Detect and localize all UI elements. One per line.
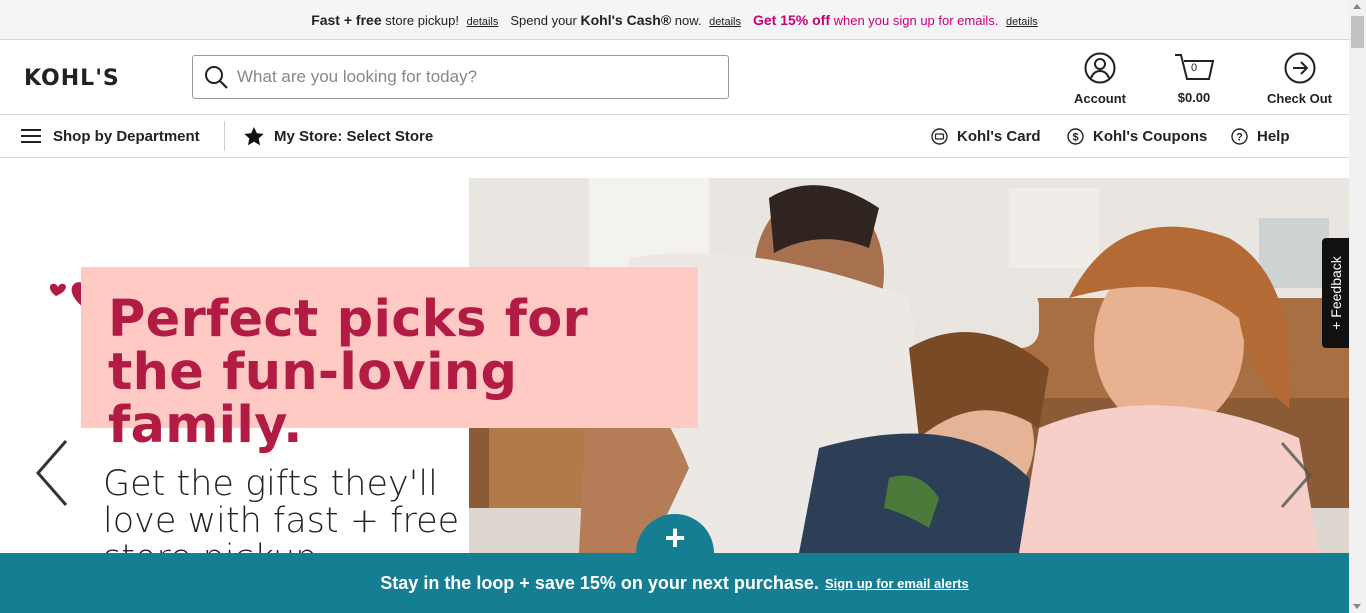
checkout-label: Check Out	[1267, 91, 1333, 106]
card-icon	[931, 127, 948, 145]
dollar-coin-icon: $	[1067, 127, 1084, 145]
cash-post: now.	[674, 12, 702, 28]
star-icon	[244, 126, 264, 145]
cart-button[interactable]: 0 $0.00	[1172, 52, 1216, 105]
nav-divider	[224, 121, 225, 151]
carousel-prev-arrow-icon[interactable]	[34, 438, 70, 508]
pickup-details-link[interactable]: details	[467, 16, 499, 28]
arrow-right-circle-icon	[1284, 52, 1315, 84]
svg-text:?: ?	[1236, 131, 1243, 143]
carousel-next-arrow-icon[interactable]	[1278, 440, 1314, 510]
svg-text:$: $	[1072, 131, 1078, 143]
help-label: Help	[1257, 127, 1290, 145]
sub-nav: Shop by Department My Store: Select Stor…	[0, 115, 1349, 158]
my-store-button[interactable]: My Store: Select Store	[244, 115, 433, 157]
kohls-card-label: Kohl's Card	[957, 127, 1041, 145]
promo-headline-panel: Perfect picks for the fun-loving family.	[81, 267, 698, 452]
feedback-tab[interactable]: + Feedback	[1322, 238, 1349, 348]
scroll-down-icon[interactable]	[1353, 604, 1361, 609]
email-signup-link[interactable]: Sign up for email alerts	[825, 576, 969, 591]
email-signup-banner: Stay in the loop + save 15% on your next…	[0, 553, 1349, 613]
account-icon	[1084, 52, 1116, 84]
scroll-up-icon[interactable]	[1353, 4, 1361, 9]
help-link[interactable]: ? Help	[1231, 115, 1290, 157]
shop-by-department-button[interactable]: Shop by Department	[21, 115, 200, 157]
account-button[interactable]: Account	[1074, 52, 1126, 106]
cart-total: $0.00	[1177, 90, 1211, 105]
hero-headline: Perfect picks for the fun-loving family.	[108, 290, 588, 455]
search-box[interactable]	[192, 55, 729, 99]
kohls-logo[interactable]: KOHL'S	[24, 66, 120, 91]
pickup-bold: Fast + free	[311, 11, 382, 28]
kohls-card-link[interactable]: Kohl's Card	[931, 115, 1041, 157]
feedback-label: Feedback	[1327, 256, 1344, 318]
email-offer-text: when you sign up for emails.	[833, 12, 999, 28]
promo-bar: Fast + free store pickup! details Spend …	[0, 0, 1349, 40]
site-header: KOHL'S Account 0 $0.00 Check Out	[0, 40, 1349, 115]
cash-details-link[interactable]: details	[709, 16, 741, 28]
email-banner-text: Stay in the loop + save 15% on your next…	[380, 572, 819, 593]
kohls-coupons-link[interactable]: $ Kohl's Coupons	[1067, 115, 1207, 157]
hamburger-menu-icon	[21, 129, 41, 143]
search-input[interactable]	[229, 57, 728, 97]
checkout-button[interactable]: Check Out	[1267, 52, 1332, 106]
account-label: Account	[1074, 91, 1126, 106]
scrollbar-thumb[interactable]	[1351, 16, 1364, 48]
cart-count: 0	[1191, 62, 1198, 74]
pickup-text: store pickup!	[385, 12, 459, 28]
cash-pre: Spend your	[510, 12, 577, 28]
email-offer-bold: Get 15% off	[752, 11, 830, 28]
email-details-link[interactable]: details	[1006, 16, 1038, 28]
kohls-coupons-label: Kohl's Coupons	[1093, 127, 1208, 145]
search-icon[interactable]	[203, 64, 229, 90]
cart-icon: 0	[1172, 52, 1216, 88]
my-store-label: My Store: Select Store	[274, 127, 434, 145]
cash-bold: Kohl's Cash®	[580, 11, 672, 28]
shop-by-department-label: Shop by Department	[53, 127, 200, 145]
help-icon: ?	[1231, 127, 1248, 145]
page-scrollbar[interactable]	[1349, 0, 1366, 613]
